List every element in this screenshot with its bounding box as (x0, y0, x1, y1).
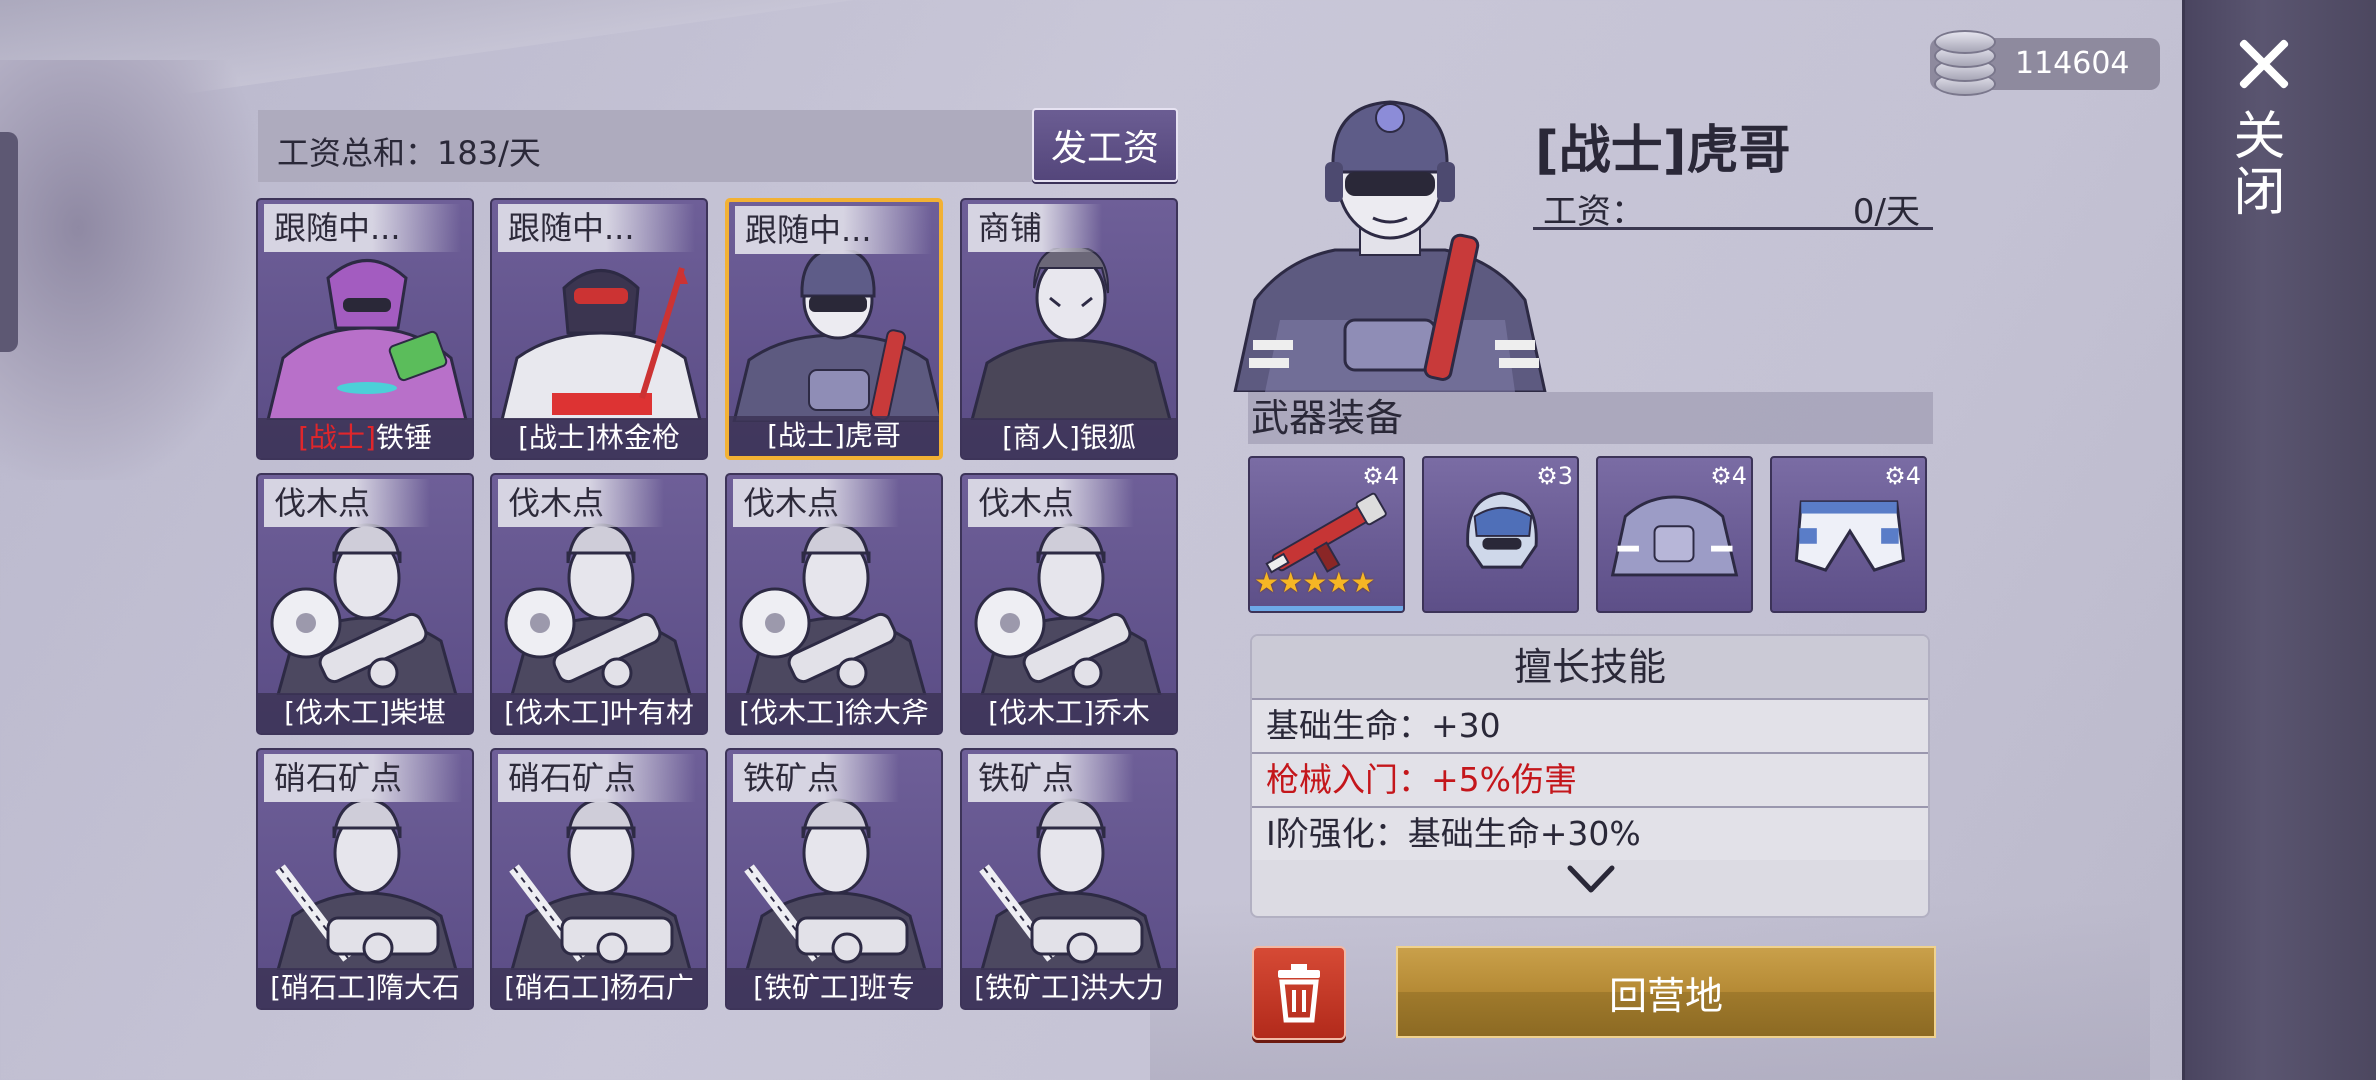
skill-row-firearms: 枪械入门：+5%伤害 (1252, 752, 1928, 806)
worker-card[interactable]: 伐木点 [伐木工]叶有材 (490, 473, 708, 735)
worker-name-text: [伐木工]乔木 (988, 696, 1150, 729)
worker-location-tag: 伐木点 (733, 479, 900, 527)
lumberjack-portrait (258, 523, 472, 697)
worker-card[interactable]: 硝石矿点 [硝石工]隋大石 (256, 748, 474, 1010)
slot-level: ⚙3 (1536, 462, 1573, 490)
close-icon[interactable] (2230, 30, 2300, 100)
worker-name: [伐木工]徐大斧 (727, 693, 941, 733)
weapon-progress-bar (1250, 606, 1403, 611)
coin-stack-icon (1928, 28, 1998, 100)
weapon-equipment-header: 武器装备 (1248, 392, 1933, 444)
worker-name-text: [硝石工]杨石广 (504, 971, 694, 1004)
worker-card[interactable]: 伐木点 [伐木工]乔木 (960, 473, 1178, 735)
wage-total-label: 工资总和：183/天 (277, 134, 541, 172)
worker-location-tag: 铁矿点 (733, 754, 900, 802)
worker-name: [伐木工]叶有材 (492, 693, 706, 733)
worker-card[interactable]: 硝石矿点 [硝石工]杨石广 (490, 748, 708, 1010)
worker-name: [铁矿工]洪大力 (962, 968, 1176, 1008)
hero-wage-label: 工资： (1543, 192, 1645, 232)
worker-name: [商人]银狐 (962, 418, 1176, 458)
worker-name: [战士]林金枪 (492, 418, 706, 458)
worker-location-tag: 伐木点 (498, 479, 665, 527)
worker-name: [伐木工]乔木 (962, 693, 1176, 733)
hero-name: [战士]虎哥 (1535, 121, 1791, 181)
worker-name: [硝石工]隋大石 (258, 968, 472, 1008)
slot-level: ⚙4 (1710, 462, 1747, 490)
miner-portrait (962, 798, 1176, 972)
trash-icon (1278, 964, 1320, 1023)
worker-name-text: [铁矿工]洪大力 (974, 971, 1164, 1004)
return-camp-button[interactable]: 回营地 (1396, 946, 1936, 1038)
miner-portrait (258, 798, 472, 972)
worker-card[interactable]: 伐木点 [伐木工]徐大斧 (725, 473, 943, 735)
worker-location-tag: 商铺 (968, 204, 1103, 252)
worker-location-tag: 硝石矿点 (264, 754, 463, 802)
worker-name-text: [伐木工]徐大斧 (739, 696, 929, 729)
worker-card[interactable]: 伐木点 [伐木工]柴堪 (256, 473, 474, 735)
worker-role: [战士] (298, 421, 376, 454)
worker-card[interactable]: 商铺 [商人]银狐 (960, 198, 1178, 460)
worker-card[interactable]: 铁矿点 [铁矿工]洪大力 (960, 748, 1178, 1010)
equipment-slot-weapon[interactable]: ⚙4 ★★★★★ (1248, 456, 1405, 613)
lumberjack-portrait (727, 523, 941, 697)
worker-name-text: [战士]林金枪 (518, 421, 680, 454)
worker-location-tag: 跟随中... (498, 204, 695, 252)
worker-name-text: [伐木工]柴堪 (284, 696, 446, 729)
worker-location-tag: 跟随中... (735, 206, 932, 254)
worker-name-text: [铁矿工]班专 (753, 971, 915, 1004)
equipment-slot-armor[interactable]: ⚙4 (1596, 456, 1753, 613)
lumberjack-portrait (962, 523, 1176, 697)
worker-card[interactable]: 跟随中... [战士]虎哥 (725, 198, 943, 460)
worker-name: [伐木工]柴堪 (258, 693, 472, 733)
background-character-art (0, 60, 260, 480)
worker-location-tag: 伐木点 (264, 479, 431, 527)
worker-name-text: [商人]银狐 (1002, 421, 1136, 454)
pay-wages-button[interactable]: 发工资 (1032, 108, 1178, 182)
hero-portrait (1225, 100, 1555, 394)
worker-location-tag: 跟随中... (264, 204, 461, 252)
slot-level: ⚙4 (1884, 462, 1921, 490)
worker-location-tag: 铁矿点 (968, 754, 1135, 802)
worker-card[interactable]: 铁矿点 [铁矿工]班专 (725, 748, 943, 1010)
worker-name: [铁矿工]班专 (727, 968, 941, 1008)
rarity-stars: ★★★★★ (1254, 566, 1376, 599)
skills-title: 擅长技能 (1252, 636, 1928, 698)
worker-name-text: [硝石工]隋大石 (270, 971, 460, 1004)
worker-name-text: [战士]虎哥 (767, 419, 901, 452)
racer-spear-portrait (492, 248, 706, 422)
equipment-slot-helmet[interactable]: ⚙3 (1422, 456, 1579, 613)
currency-value: 114604 (2015, 46, 2130, 81)
equipment-slot-pants[interactable]: ⚙4 (1770, 456, 1927, 613)
armored-soldier-portrait (729, 246, 939, 424)
worker-name-text: 铁锤 (375, 421, 432, 454)
miner-portrait (492, 798, 706, 972)
slot-level: ⚙4 (1362, 462, 1399, 490)
merchant-portrait (962, 244, 1176, 422)
worker-card[interactable]: 跟随中... [战士]林金枪 (490, 198, 708, 460)
worker-name: [战士]虎哥 (729, 416, 939, 456)
worker-name-text: [伐木工]叶有材 (504, 696, 694, 729)
chevron-down-icon[interactable] (1566, 864, 1616, 894)
worker-location-tag: 伐木点 (968, 479, 1135, 527)
side-drawer-tab[interactable] (0, 132, 18, 352)
skill-row-base-hp: 基础生命：+30 (1252, 698, 1928, 752)
hero-wage-divider (1533, 227, 1933, 230)
purple-mech-portrait (258, 248, 472, 422)
lumberjack-portrait (492, 523, 706, 697)
close-button[interactable]: 关闭 (2224, 108, 2292, 220)
worker-name: [战士]铁锤 (258, 418, 472, 458)
worker-name: [硝石工]杨石广 (492, 968, 706, 1008)
miner-portrait (727, 798, 941, 972)
skill-row-tier1-boost: I阶强化：基础生命+30% (1252, 806, 1928, 860)
dismiss-worker-button[interactable] (1252, 946, 1346, 1040)
hero-wage-value: 0/天 (1852, 192, 1920, 232)
worker-location-tag: 硝石矿点 (498, 754, 697, 802)
worker-card[interactable]: 跟随中... [战士]铁锤 (256, 198, 474, 460)
